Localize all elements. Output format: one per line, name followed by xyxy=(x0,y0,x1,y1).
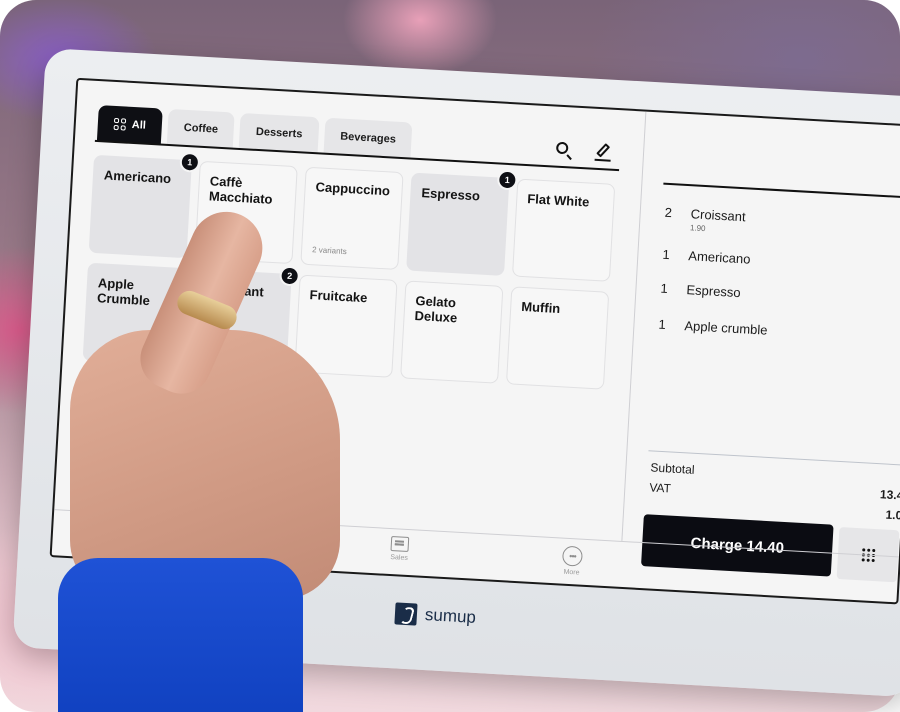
cart-item-qty: 1 xyxy=(662,246,671,263)
tab-label: Desserts xyxy=(255,125,303,141)
product-tile-gelato-deluxe[interactable]: Gelato Deluxe xyxy=(400,280,504,384)
cart-item[interactable]: 1 Apple crumble xyxy=(658,317,768,338)
device-brand: sumup xyxy=(394,602,476,628)
cart-item-qty: 2 xyxy=(664,204,673,221)
brand-name: sumup xyxy=(424,605,477,627)
product-tile-americano[interactable]: Americano 1 xyxy=(88,151,201,259)
edit-button[interactable] xyxy=(594,143,614,162)
cart-item[interactable]: 2 Croissant 1.90 xyxy=(664,205,746,235)
more-icon: ••• xyxy=(561,545,583,567)
product-name: Apple Crumble xyxy=(96,275,151,309)
tab-label: Coffee xyxy=(183,121,219,136)
product-name: Americano xyxy=(103,167,172,187)
sumup-logo-icon xyxy=(394,602,418,626)
pencil-icon xyxy=(596,143,611,158)
charge-button[interactable]: Charge 14.40 xyxy=(641,514,834,577)
blue-sleeve xyxy=(58,558,303,712)
cart-item-qty: 1 xyxy=(658,316,667,333)
grid-icon xyxy=(113,117,127,131)
nav-more[interactable]: ••• More xyxy=(561,545,583,577)
nav-sales[interactable]: Sales xyxy=(390,536,410,562)
product-tile-flat-white[interactable]: Flat White xyxy=(511,178,616,282)
cart-item-qty: 1 xyxy=(660,280,669,297)
search-icon xyxy=(555,141,569,155)
product-tile-espresso[interactable]: Espresso 1 xyxy=(406,169,518,276)
product-tile-muffin[interactable]: Muffin xyxy=(505,286,610,390)
product-tile-fruitcake[interactable]: Fruitcake xyxy=(294,274,398,378)
tab-coffee[interactable]: Coffee xyxy=(166,108,235,149)
nav-label: More xyxy=(563,568,580,577)
tab-label: All xyxy=(131,118,147,132)
product-name: Gelato Deluxe xyxy=(414,293,458,326)
product-name: Cappuccino xyxy=(315,179,391,199)
product-name: Fruitcake xyxy=(309,287,368,306)
cart-item[interactable]: 1 Americano xyxy=(662,247,751,267)
cart-panel: 2 Croissant 1.90 1 Americano 1 Espresso 1… xyxy=(636,113,900,605)
vat-label: VAT xyxy=(649,480,672,496)
tab-all[interactable]: All xyxy=(96,105,163,145)
tab-label: Beverages xyxy=(339,130,397,146)
tab-desserts[interactable]: Desserts xyxy=(238,112,320,154)
cart-item-name: Croissant xyxy=(690,206,747,225)
cart-item-name: Americano xyxy=(687,248,751,267)
cart-item-price: 1.90 xyxy=(689,223,706,234)
vat-value: 1.0 xyxy=(885,507,900,523)
search-button[interactable] xyxy=(555,141,574,160)
quantity-badge: 1 xyxy=(179,151,201,173)
subtotal-label: Subtotal xyxy=(650,460,695,477)
toolbar xyxy=(555,141,614,162)
variants-label: 2 variants xyxy=(311,244,348,256)
cart-item-name: Apple crumble xyxy=(684,318,768,338)
product-tile-cappuccino[interactable]: Cappuccino 2 variants xyxy=(300,166,404,271)
product-name: Muffin xyxy=(520,298,561,317)
product-name: Caffè Macchiato xyxy=(208,173,273,207)
product-name: Espresso xyxy=(421,185,481,204)
cart-item-name: Espresso xyxy=(686,282,742,301)
pencil-base xyxy=(594,158,611,162)
quantity-badge: 2 xyxy=(279,265,301,287)
nav-label: Sales xyxy=(390,554,409,562)
cart-header-line xyxy=(663,182,900,200)
product-name: Flat White xyxy=(526,191,590,210)
subtotal-value: 13.4 xyxy=(879,487,900,503)
quantity-badge: 1 xyxy=(496,169,518,191)
cart-item[interactable]: 1 Espresso xyxy=(660,281,741,300)
sales-icon xyxy=(390,536,410,553)
